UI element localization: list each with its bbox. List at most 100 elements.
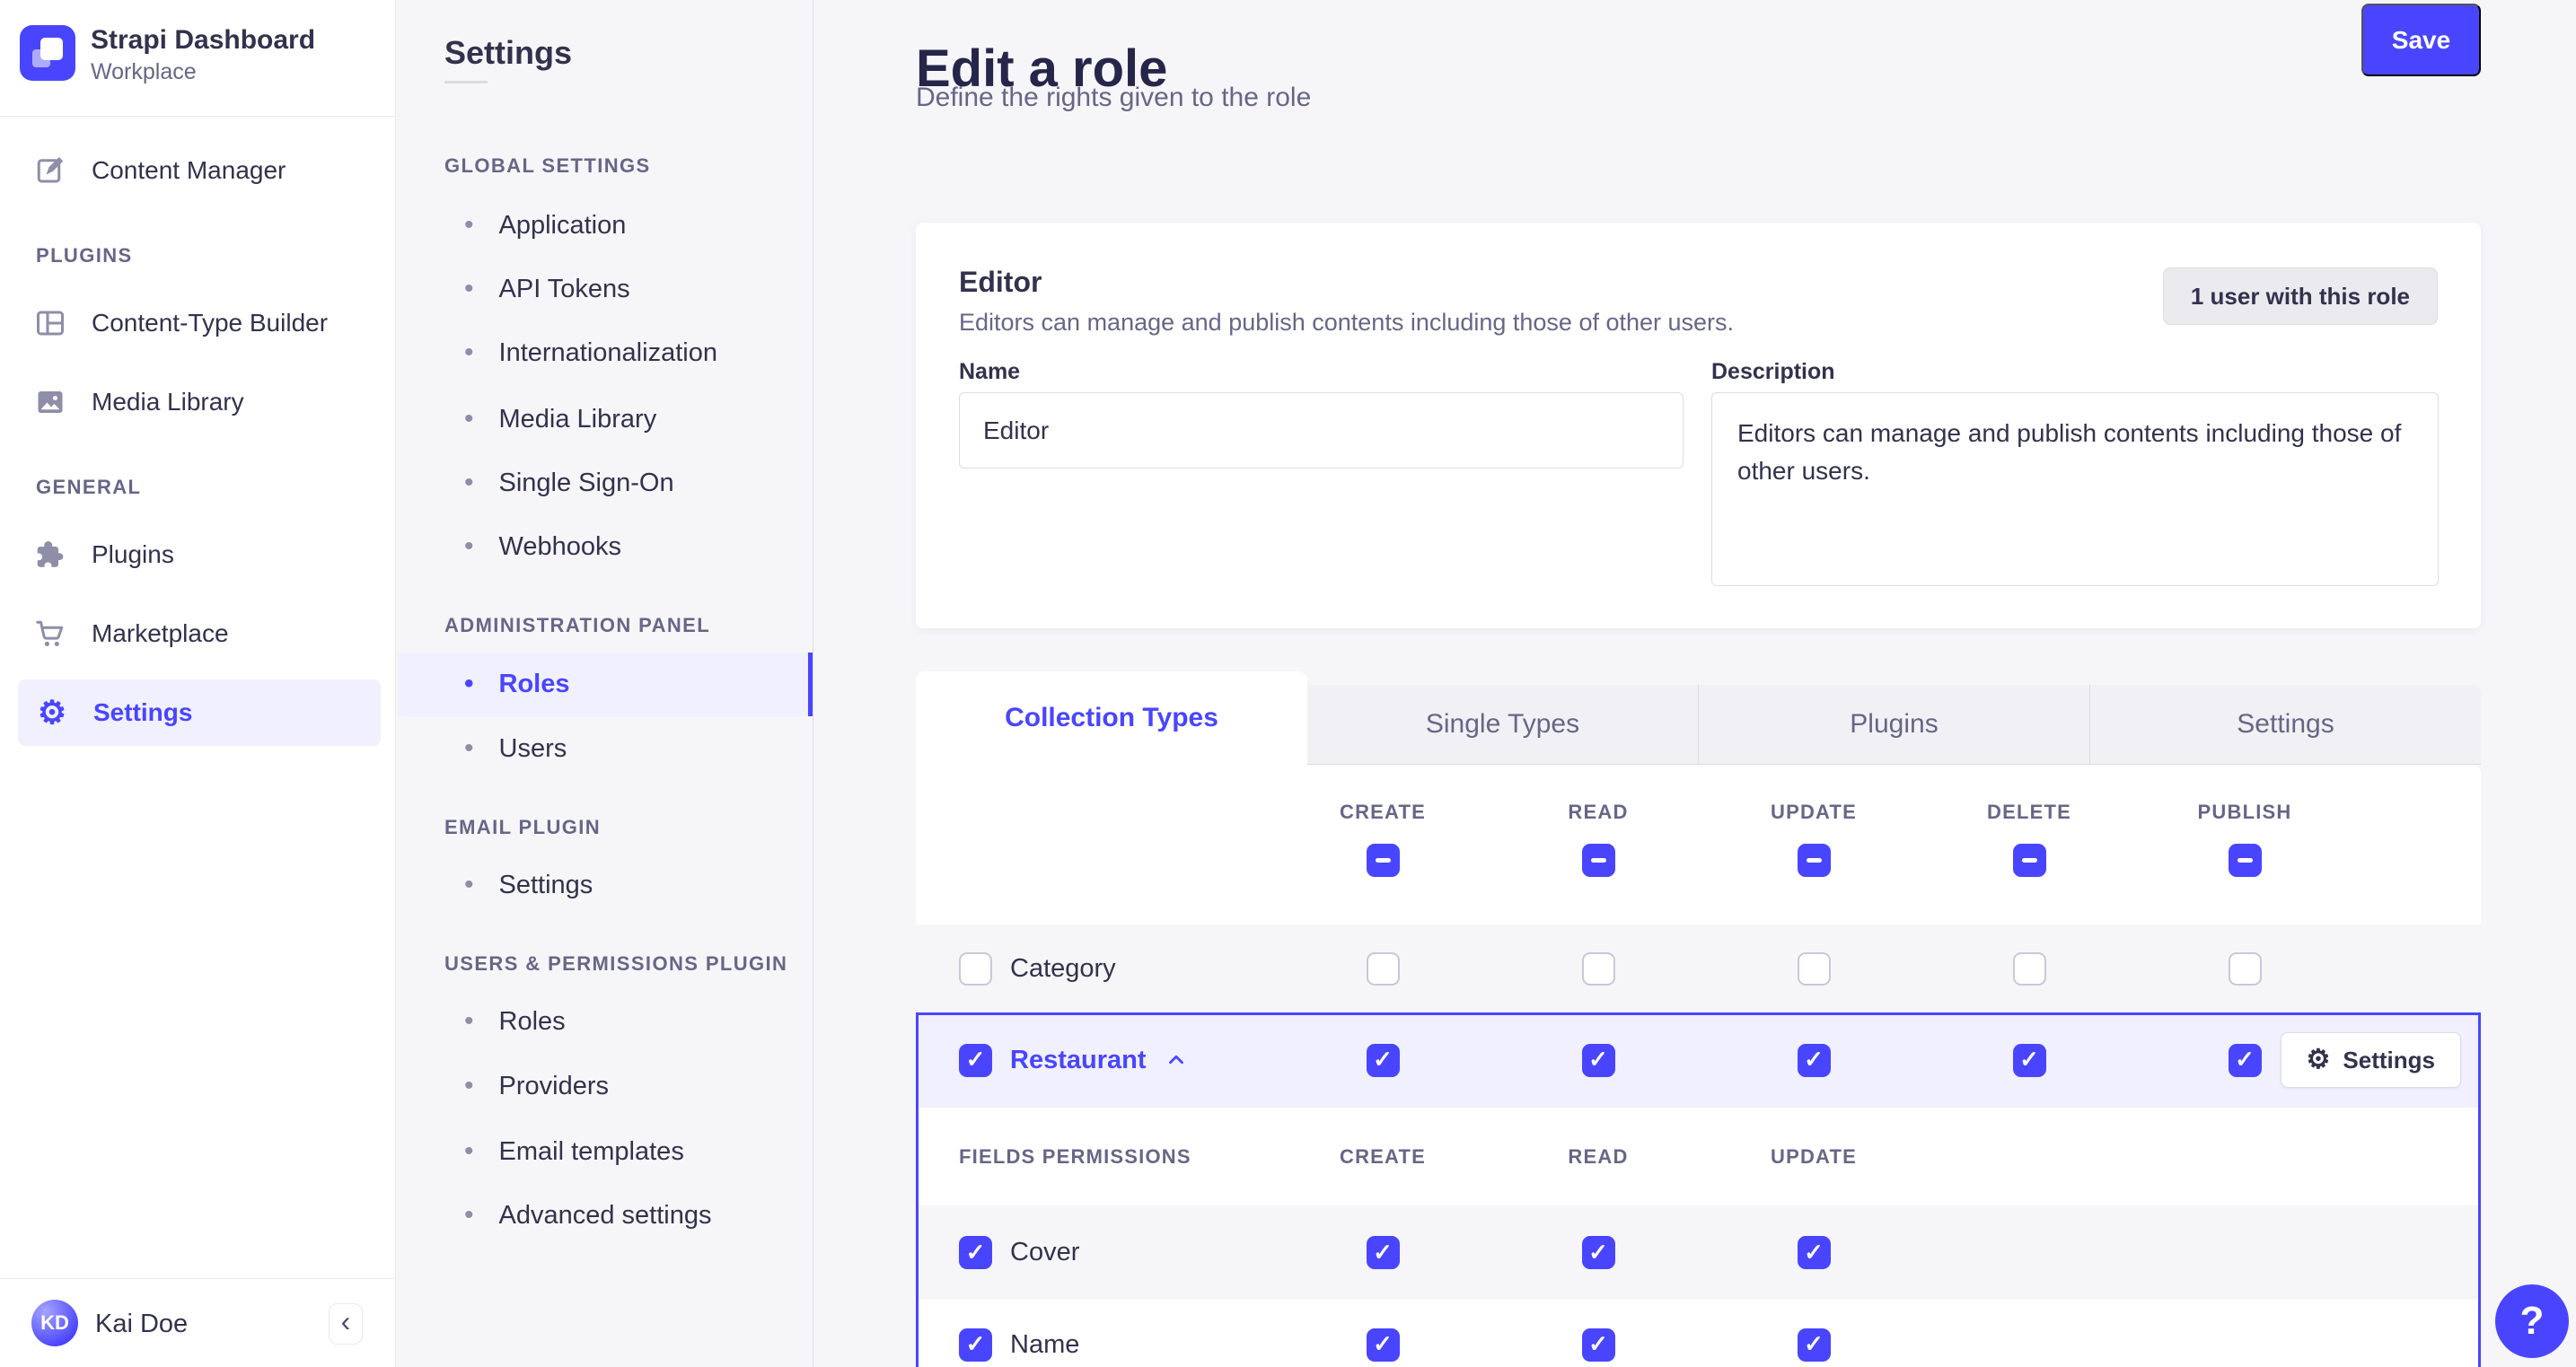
name-row-checkbox[interactable]: ✓ — [959, 1328, 992, 1362]
sidebar-item-content-type-builder[interactable]: Content-Type Builder — [34, 302, 328, 345]
cover-read-checkbox[interactable]: ✓ — [1581, 1236, 1615, 1269]
users-with-role-badge[interactable]: 1 user with this role — [2162, 267, 2438, 325]
indeterminate-icon — [1375, 858, 1391, 863]
category-publish-checkbox[interactable]: ✓ — [2228, 951, 2262, 986]
bullet-icon: • — [464, 337, 474, 367]
column-header-publish: PUBLISH — [2197, 801, 2292, 823]
tab-single-types[interactable]: Single Types — [1307, 685, 1698, 765]
restaurant-settings-button[interactable]: ⚙ Settings — [2280, 1032, 2461, 1088]
restaurant-create-checkbox[interactable]: ✓ — [1366, 1043, 1400, 1077]
bullet-icon: • — [464, 531, 474, 561]
subnav-item-label: Users — [498, 733, 567, 763]
check-icon: ✓ — [1804, 1238, 1824, 1266]
tab-settings[interactable]: Settings — [2089, 685, 2481, 765]
subnav-item-label: Single Sign-On — [498, 468, 674, 497]
subnav-item-label: Settings — [498, 870, 593, 899]
check-icon: ✓ — [1804, 1330, 1824, 1357]
subnav-item-users[interactable]: • Users — [464, 729, 567, 768]
cover-update-checkbox[interactable]: ✓ — [1797, 1236, 1831, 1269]
column-header-update: UPDATE — [1770, 801, 1858, 823]
subnav-item-label: Media Library — [498, 404, 657, 434]
delete-all-checkbox[interactable]: ✓ — [2012, 844, 2046, 877]
settings-button-label: Settings — [2343, 1046, 2435, 1073]
category-create-checkbox[interactable]: ✓ — [1366, 951, 1400, 986]
chevron-left-icon: ‹ — [340, 1304, 351, 1337]
category-delete-checkbox[interactable]: ✓ — [2012, 951, 2046, 986]
subnav-item-email-settings[interactable]: • Settings — [464, 865, 593, 905]
save-button[interactable]: Save — [2361, 4, 2481, 76]
check-icon: ✓ — [1373, 1238, 1393, 1266]
sidebar-item-label: Plugins — [92, 540, 174, 568]
subnav-item-providers[interactable]: • Providers — [464, 1066, 609, 1106]
row-label[interactable]: Restaurant — [1010, 1046, 1147, 1075]
permissions-panel: CREATE ✓ READ ✓ UPDATE ✓ DELETE ✓ PUBLIS… — [916, 765, 2481, 1367]
subnav-item-up-roles[interactable]: • Roles — [464, 1002, 566, 1041]
name-create-checkbox[interactable]: ✓ — [1366, 1328, 1400, 1362]
bullet-icon: • — [464, 733, 474, 763]
restaurant-row-checkbox[interactable]: ✓ — [959, 1043, 992, 1077]
table-row-restaurant: ✓ Restaurant ✓ ✓ ✓ ✓ ✓ ⚙ Settings — [916, 1012, 2481, 1108]
sidebar-item-plugins[interactable]: Plugins — [34, 533, 174, 576]
bullet-icon: • — [464, 274, 474, 303]
description-textarea[interactable]: Editors can manage and publish contents … — [1711, 392, 2439, 586]
row-label[interactable]: Category — [1010, 954, 1116, 984]
restaurant-publish-checkbox[interactable]: ✓ — [2228, 1043, 2262, 1077]
subnav-title-rule — [444, 81, 488, 83]
create-all-checkbox[interactable]: ✓ — [1366, 844, 1400, 877]
layout-grid-icon — [34, 307, 66, 339]
fields-permissions-label: FIELDS PERMISSIONS — [959, 1144, 1191, 1168]
update-all-checkbox[interactable]: ✓ — [1797, 844, 1831, 877]
role-name-heading: Editor — [959, 266, 1042, 298]
image-icon — [34, 386, 66, 418]
bullet-icon: • — [464, 210, 474, 240]
restaurant-delete-checkbox[interactable]: ✓ — [2012, 1043, 2046, 1077]
name-read-checkbox[interactable]: ✓ — [1581, 1328, 1615, 1362]
bullet-icon: • — [464, 468, 474, 497]
name-input[interactable] — [959, 392, 1684, 469]
sidebar-item-settings-active[interactable]: ⚙ Settings — [18, 679, 381, 746]
restaurant-update-checkbox[interactable]: ✓ — [1797, 1043, 1831, 1077]
user-name: Kai Doe — [95, 1310, 189, 1338]
sidebar-item-marketplace[interactable]: Marketplace — [34, 612, 229, 655]
sidebar-item-media-library[interactable]: Media Library — [34, 381, 244, 424]
subnav-item-webhooks[interactable]: • Webhooks — [464, 527, 621, 566]
check-icon: ✓ — [965, 1046, 986, 1073]
category-update-checkbox[interactable]: ✓ — [1797, 951, 1831, 986]
field-row-cover: ✓ Cover ✓ ✓ ✓ — [916, 1205, 2481, 1300]
subnav-item-internationalization[interactable]: • Internationalization — [464, 333, 717, 372]
sidebar-item-content-manager[interactable]: Content Manager — [34, 149, 286, 192]
sidebar-item-label: Content Manager — [92, 156, 286, 184]
sidebar-divider — [0, 1278, 395, 1279]
name-update-checkbox[interactable]: ✓ — [1797, 1328, 1831, 1362]
subnav-item-media-library[interactable]: • Media Library — [464, 399, 656, 439]
help-button[interactable]: ? — [2495, 1284, 2569, 1358]
subnav-item-api-tokens[interactable]: • API Tokens — [464, 269, 630, 309]
cover-row-checkbox[interactable]: ✓ — [959, 1236, 992, 1269]
sidebar-item-label: Marketplace — [92, 619, 229, 647]
sidebar-section-general: GENERAL — [36, 476, 142, 498]
subnav-item-application[interactable]: • Application — [464, 206, 626, 245]
subnav-item-advanced-settings[interactable]: • Advanced settings — [464, 1196, 712, 1235]
publish-all-checkbox[interactable]: ✓ — [2228, 844, 2262, 877]
tab-plugins[interactable]: Plugins — [1698, 685, 2089, 765]
avatar[interactable]: KD — [31, 1300, 78, 1346]
read-all-checkbox[interactable]: ✓ — [1581, 844, 1615, 877]
strapi-logo-icon — [20, 25, 75, 81]
subnav-item-label-wrap: • Roles — [464, 664, 570, 704]
subnav-item-label: Advanced settings — [498, 1200, 712, 1230]
restaurant-read-checkbox[interactable]: ✓ — [1581, 1043, 1615, 1077]
cover-create-checkbox[interactable]: ✓ — [1366, 1236, 1400, 1269]
subnav-item-single-sign-on[interactable]: • Single Sign-On — [464, 463, 674, 503]
bullet-icon: • — [464, 669, 474, 698]
tab-collection-types[interactable]: Collection Types — [916, 671, 1307, 765]
collapse-sidebar-button[interactable]: ‹ — [329, 1303, 363, 1345]
category-read-checkbox[interactable]: ✓ — [1581, 951, 1615, 986]
permissions-header-row: CREATE ✓ READ ✓ UPDATE ✓ DELETE ✓ PUBLIS… — [916, 765, 2481, 924]
subnav-item-roles-active[interactable]: • Roles — [399, 653, 813, 716]
subnav-title: Settings — [444, 34, 573, 71]
chevron-up-icon[interactable] — [1165, 1048, 1188, 1072]
subnav-section-global-settings: GLOBAL SETTINGS — [444, 154, 651, 177]
category-row-checkbox[interactable]: ✓ — [959, 951, 992, 986]
sidebar-section-plugins: PLUGINS — [36, 244, 133, 267]
subnav-item-email-templates[interactable]: • Email templates — [464, 1132, 684, 1171]
